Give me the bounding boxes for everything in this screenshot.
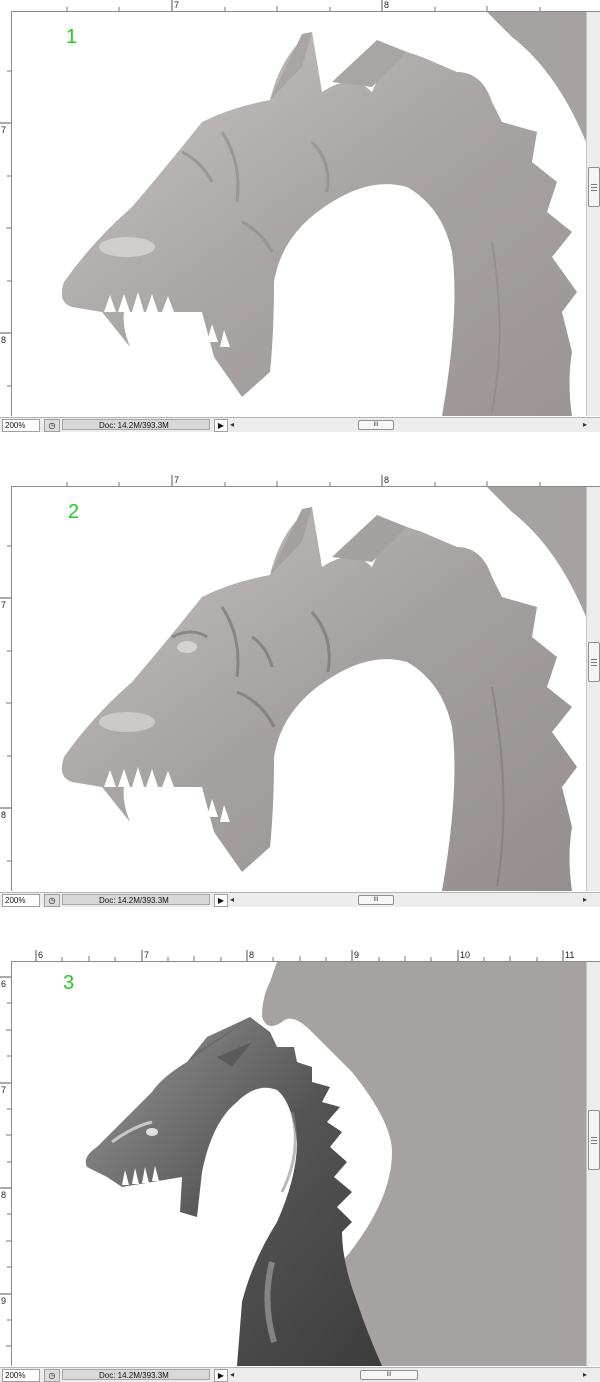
ruler-left-label: 7 xyxy=(1,125,7,135)
ruler-left-label: 8 xyxy=(1,810,7,820)
ruler-top-label: 9 xyxy=(354,950,360,960)
triangle-right-icon[interactable]: ▶ xyxy=(214,419,228,432)
ruler-top-label: 7 xyxy=(144,950,150,960)
ruler-left-label: 9 xyxy=(1,1296,7,1306)
clock-icon[interactable]: ◷ xyxy=(44,894,60,907)
ruler-top-label: 8 xyxy=(249,950,255,960)
ruler-top-label: 8 xyxy=(384,475,390,485)
vertical-scroll-thumb[interactable] xyxy=(588,167,600,207)
status-bar: 200% ◷ Doc: 14.2M/393.3M ▶ ◂ III ▸ xyxy=(0,417,600,432)
clock-icon[interactable]: ◷ xyxy=(44,1369,60,1382)
panel-3: 6 7 8 9 10 11 6 7 8 9 3 200% ◷ Doc: 14.2… xyxy=(0,950,600,1382)
ruler-top-label: 11 xyxy=(565,950,575,960)
horizontal-scrollbar[interactable]: ◂ III ▸ xyxy=(230,419,587,430)
triangle-right-icon[interactable]: ▶ xyxy=(214,894,228,907)
horizontal-scroll-thumb[interactable]: III xyxy=(358,420,394,430)
ruler-horizontal: 7 8 xyxy=(0,0,600,12)
vertical-scrollbar[interactable] xyxy=(586,12,600,416)
zoom-level-field[interactable]: 200% xyxy=(2,1369,40,1382)
ruler-horizontal: 7 8 xyxy=(0,475,600,487)
ruler-left-label: 7 xyxy=(1,600,7,610)
ruler-top-label: 7 xyxy=(174,0,180,10)
panel-number: 2 xyxy=(68,501,80,523)
ruler-left-label: 8 xyxy=(1,335,7,345)
arrow-right-icon[interactable]: ▸ xyxy=(583,1369,587,1380)
document-size-info: Doc: 14.2M/393.3M xyxy=(62,1369,210,1380)
clock-icon[interactable]: ◷ xyxy=(44,419,60,432)
dragon-illustration xyxy=(85,962,586,1366)
vertical-scroll-thumb[interactable] xyxy=(588,642,600,682)
vertical-scrollbar[interactable] xyxy=(586,962,600,1366)
document-size-info: Doc: 14.2M/393.3M xyxy=(62,419,210,430)
document-canvas[interactable]: 1 xyxy=(12,12,586,416)
zoom-level-field[interactable]: 200% xyxy=(2,894,40,907)
horizontal-scroll-thumb[interactable]: III xyxy=(358,895,394,905)
panel-number: 3 xyxy=(63,972,75,994)
ruler-left-label: 7 xyxy=(1,1085,7,1095)
panel-2: 7 8 7 8 2 200% ◷ Doc: 14.2M/393.3M ▶ ◂ I… xyxy=(0,475,600,907)
arrow-left-icon[interactable]: ◂ xyxy=(230,1369,234,1380)
ruler-vertical: 7 8 xyxy=(0,11,12,416)
triangle-right-icon[interactable]: ▶ xyxy=(214,1369,228,1382)
horizontal-scrollbar[interactable]: ◂ III ▸ xyxy=(230,1369,587,1380)
status-bar: 200% ◷ Doc: 14.2M/393.3M ▶ ◂ III ▸ xyxy=(0,1367,600,1382)
arrow-left-icon[interactable]: ◂ xyxy=(230,419,234,430)
document-canvas[interactable]: 2 xyxy=(12,487,586,891)
zoom-level-field[interactable]: 200% xyxy=(2,419,40,432)
ruler-top-label: 8 xyxy=(384,0,390,10)
document-canvas[interactable]: 3 xyxy=(12,962,586,1366)
status-bar: 200% ◷ Doc: 14.2M/393.3M ▶ ◂ III ▸ xyxy=(0,892,600,907)
ruler-top-label: 7 xyxy=(174,475,180,485)
ruler-left-label: 8 xyxy=(1,1190,7,1200)
ruler-vertical: 7 8 xyxy=(0,486,12,891)
ruler-horizontal: 6 7 8 9 10 11 xyxy=(0,950,600,962)
ruler-top-label: 10 xyxy=(460,950,471,960)
panel-number: 1 xyxy=(66,26,78,48)
panel-1: 7 8 7 8 1 200% ◷ Doc: 14.2M/393.3M ▶ ◂ I… xyxy=(0,0,600,432)
dragon-illustration xyxy=(61,12,586,416)
dragon-illustration xyxy=(61,487,586,891)
ruler-vertical: 6 7 8 9 xyxy=(0,961,12,1366)
vertical-scroll-thumb[interactable] xyxy=(588,1110,600,1170)
horizontal-scrollbar[interactable]: ◂ III ▸ xyxy=(230,894,587,905)
document-size-info: Doc: 14.2M/393.3M xyxy=(62,894,210,905)
ruler-top-label: 6 xyxy=(38,950,44,960)
horizontal-scroll-thumb[interactable]: III xyxy=(360,1370,418,1380)
arrow-right-icon[interactable]: ▸ xyxy=(583,894,587,905)
arrow-right-icon[interactable]: ▸ xyxy=(583,419,587,430)
vertical-scrollbar[interactable] xyxy=(586,487,600,891)
arrow-left-icon[interactable]: ◂ xyxy=(230,894,234,905)
ruler-left-label: 6 xyxy=(1,979,7,989)
